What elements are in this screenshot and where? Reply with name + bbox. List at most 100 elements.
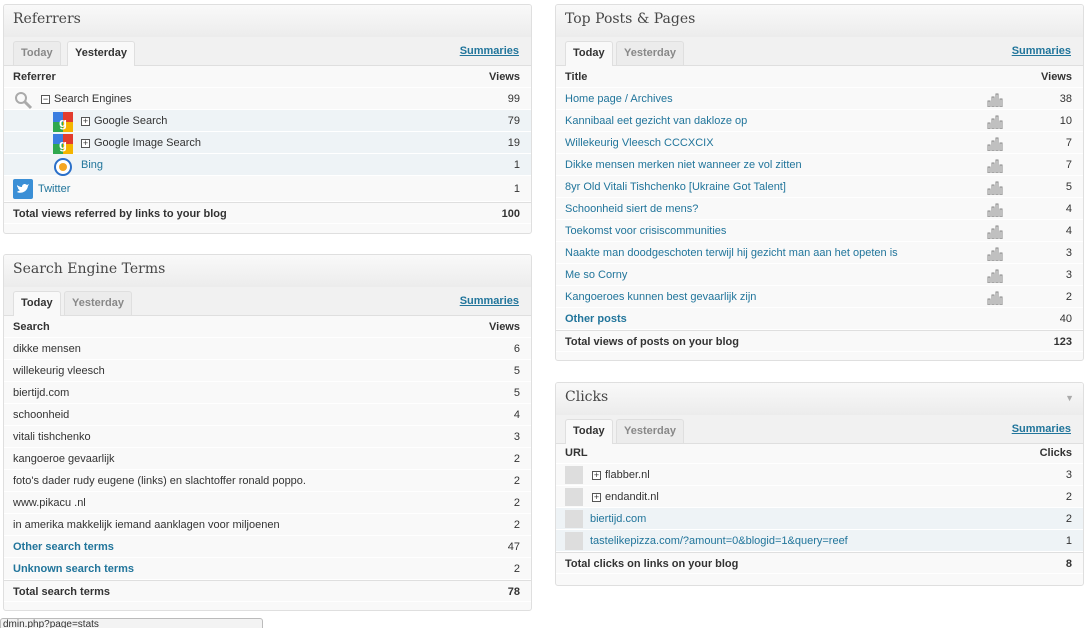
post-title-link[interactable]: Home page / Archives [565,88,673,110]
views-value: 7 [1065,137,1072,149]
views-value: 4 [1065,203,1072,215]
tab-today[interactable]: Today [13,41,61,65]
other-posts-link[interactable]: Other posts [565,308,627,330]
referrer-label: Search Engines [54,93,132,105]
google-search-row[interactable]: + Google Search [81,110,167,132]
tab-yesterday[interactable]: Yesterday [616,41,684,65]
bing-link[interactable]: Bing [81,154,103,176]
views-value: 40 [1059,313,1072,325]
post-title-link[interactable]: Toekomst voor crisiscommunities [565,220,726,242]
google-icon: g [53,112,73,132]
twitter-link[interactable]: Twitter [38,176,70,202]
total-row: Total search terms 78 [4,580,531,602]
twitter-icon [13,179,33,199]
summaries-link[interactable]: Summaries [1012,45,1071,57]
expand-icon[interactable]: + [592,492,601,502]
url-row-flabber[interactable]: + flabber.nl [592,464,650,486]
table-row: Other posts 40 [556,308,1083,330]
table-row: in amerika makkelijk iemand aanklagen vo… [4,514,531,536]
col-title-header: Title [565,71,588,83]
favicon-placeholder [565,466,583,484]
summaries-link[interactable]: Summaries [460,45,519,57]
unknown-search-terms-link[interactable]: Unknown search terms [13,558,134,580]
top-posts-table: Title Views Home page / Archives 38 Kannib… [556,66,1083,352]
table-row: Me so Corny 3 [556,264,1083,286]
col-views-header: Views [489,321,520,333]
post-title-link[interactable]: Dikke mensen merken niet wanneer ze vol … [565,154,802,176]
url-link[interactable]: biertijd.com [590,508,646,530]
search-terms-panel: Search Engine Terms Today Yesterday Summ… [3,254,532,611]
referrers-panel: Referrers Today Yesterday Summaries Refe… [3,4,532,234]
table-row: schoonheid 4 [4,404,531,426]
views-value: 2 [1065,291,1072,303]
post-title-link[interactable]: Me so Corny [565,264,627,286]
collapse-icon[interactable]: − [41,94,50,104]
referrer-label: Google Image Search [94,137,202,149]
url-link[interactable]: tastelikepizza.com/?amount=0&blogid=1&qu… [590,530,848,552]
table-row: Bing 1 [4,154,531,176]
tab-yesterday[interactable]: Yesterday [616,419,684,443]
post-chart-icon[interactable] [987,203,1003,218]
post-title-link[interactable]: Kangoeroes kunnen best gevaarlijk zijn [565,286,756,308]
post-chart-icon[interactable] [987,115,1003,130]
expand-icon[interactable]: + [81,138,90,148]
col-clicks-header: Clicks [1039,447,1072,459]
post-title-link[interactable]: Kannibaal eet gezicht van dakloze op [565,110,747,132]
col-views-header: Views [1041,71,1072,83]
google-icon: g [53,134,73,154]
post-title-link[interactable]: Schoonheid siert de mens? [565,198,698,220]
expand-icon[interactable]: + [592,470,601,480]
search-term: willekeurig vleesch [13,365,105,377]
top-posts-panel: Top Posts & Pages Today Yesterday Summar… [555,4,1084,361]
clicks-header: Clicks ▼ [556,383,1083,416]
search-term: biertijd.com [13,387,70,399]
expand-icon[interactable]: + [81,116,90,126]
views-value: 1 [513,159,520,171]
post-chart-icon[interactable] [987,137,1003,152]
total-value: 8 [1065,558,1072,570]
search-terms-header: Search Engine Terms [4,255,531,288]
col-referrer-header: Referrer [13,71,56,83]
tab-today[interactable]: Today [565,419,613,444]
url-row-endandit[interactable]: + endandit.nl [592,486,659,508]
tab-yesterday[interactable]: Yesterday [67,41,135,66]
total-row: Total views of posts on your blog 123 [556,330,1083,352]
views-value: 2 [513,563,520,575]
summaries-link[interactable]: Summaries [460,295,519,307]
post-title-link[interactable]: Naakte man doodgeschoten terwijl hij gez… [565,242,898,264]
search-term: schoonheid [13,409,70,421]
post-title-link[interactable]: Willekeurig Vleesch CCCXCIX [565,132,714,154]
views-value: 5 [513,387,520,399]
tab-today[interactable]: Today [13,291,61,316]
search-term: kangoeroe gevaarlijk [13,453,115,465]
clicks-value: 3 [1065,469,1072,481]
tab-today[interactable]: Today [565,41,613,66]
views-value: 2 [513,497,520,509]
post-title-link[interactable]: 8yr Old Vitali Tishchenko [Ukraine Got T… [565,176,786,198]
google-image-search-row[interactable]: + Google Image Search [81,132,201,154]
table-row: Willekeurig Vleesch CCCXCIX 7 [556,132,1083,154]
post-chart-icon[interactable] [987,159,1003,174]
post-chart-icon[interactable] [987,269,1003,284]
total-row: Total views referred by links to your bl… [4,202,531,224]
svg-text:g: g [59,115,67,130]
table-row: Toekomst voor crisiscommunities 4 [556,220,1083,242]
collapse-arrow-icon[interactable]: ▼ [1065,393,1074,403]
post-chart-icon[interactable] [987,225,1003,240]
other-search-terms-link[interactable]: Other search terms [13,536,114,558]
table-header: Title Views [556,66,1083,88]
search-engines-row[interactable]: − Search Engines [41,88,132,110]
summaries-link[interactable]: Summaries [1012,423,1071,435]
post-chart-icon[interactable] [987,247,1003,262]
col-views-header: Views [489,71,520,83]
col-search-header: Search [13,321,50,333]
tab-yesterday[interactable]: Yesterday [64,291,132,315]
table-header: Referrer Views [4,66,531,88]
post-chart-icon[interactable] [987,181,1003,196]
total-value: 78 [507,586,520,598]
table-row: Home page / Archives 38 [556,88,1083,110]
post-chart-icon[interactable] [987,291,1003,306]
referrers-table: Referrer Views − Search Engines 99 g + Goo… [4,66,531,224]
table-row: Dikke mensen merken niet wanneer ze vol … [556,154,1083,176]
post-chart-icon[interactable] [987,93,1003,108]
